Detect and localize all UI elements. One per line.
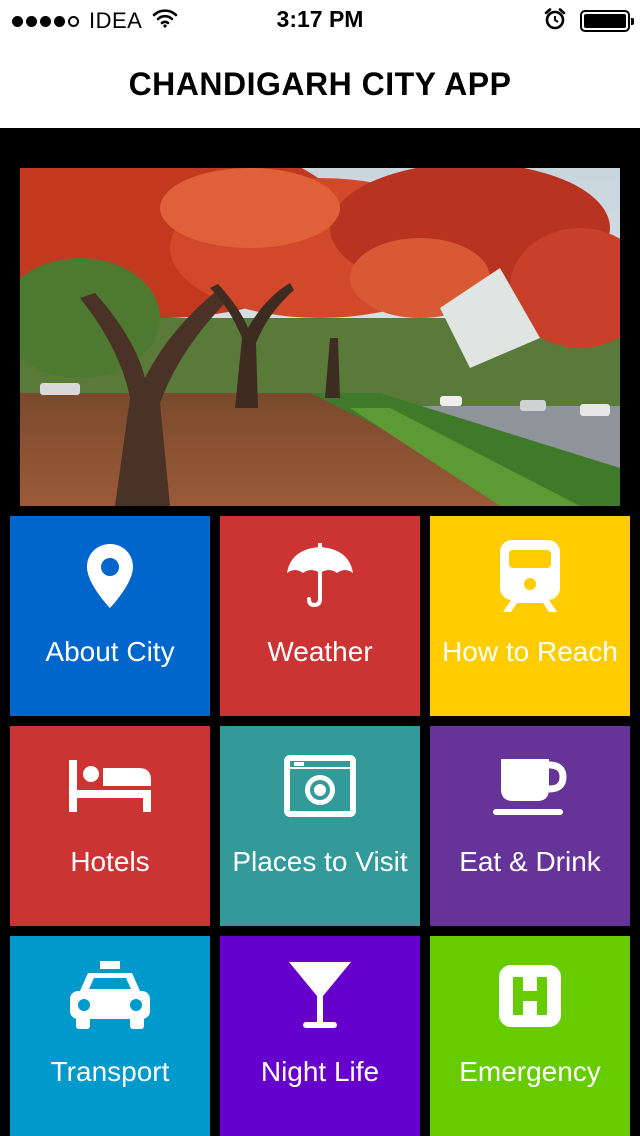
tile-eat-and-drink[interactable]: Eat & Drink	[430, 726, 630, 926]
location-pin-icon	[10, 536, 210, 616]
tile-about-city[interactable]: About City	[10, 516, 210, 716]
status-bar: IDEA 3:17 PM	[0, 0, 640, 40]
tile-label: Eat & Drink	[459, 846, 601, 877]
tile-label: Night Life	[260, 1056, 380, 1087]
tile-label: Transport	[50, 1056, 170, 1087]
alarm-clock-icon	[544, 7, 566, 35]
cocktail-glass-icon	[220, 956, 420, 1036]
banner-image	[20, 168, 620, 506]
status-right	[544, 7, 634, 35]
nav-bar: CHANDIGARH CITY APP	[0, 40, 640, 128]
tile-emergency[interactable]: Emergency	[430, 936, 630, 1136]
bed-icon	[10, 746, 210, 826]
hospital-icon	[430, 956, 630, 1036]
camera-icon	[220, 746, 420, 826]
coffee-cup-icon	[430, 746, 630, 826]
train-icon	[430, 536, 630, 616]
tile-label: Weather	[267, 636, 373, 667]
battery-tip	[631, 18, 634, 25]
tile-transport[interactable]: Transport	[10, 936, 210, 1136]
battery-icon	[580, 10, 634, 32]
umbrella-icon	[220, 536, 420, 616]
tile-label: Emergency	[459, 1056, 601, 1087]
app-title: CHANDIGARH CITY APP	[128, 65, 512, 102]
tile-how-to-reach[interactable]: How to Reach	[430, 516, 630, 716]
tile-places-to-visit[interactable]: Places to Visit	[220, 726, 420, 926]
tile-label: How to Reach	[442, 636, 618, 667]
app-screen: IDEA 3:17 PM CHANDIGARH CITY APP About C…	[0, 0, 640, 1136]
battery-level	[584, 14, 626, 28]
tile-label: Places to Visit	[232, 846, 408, 877]
tile-night-life[interactable]: Night Life	[220, 936, 420, 1136]
tile-hotels[interactable]: Hotels	[10, 726, 210, 926]
taxi-icon	[10, 956, 210, 1036]
tile-label: Hotels	[70, 846, 150, 877]
tile-weather[interactable]: Weather	[220, 516, 420, 716]
tile-label: About City	[45, 636, 175, 667]
